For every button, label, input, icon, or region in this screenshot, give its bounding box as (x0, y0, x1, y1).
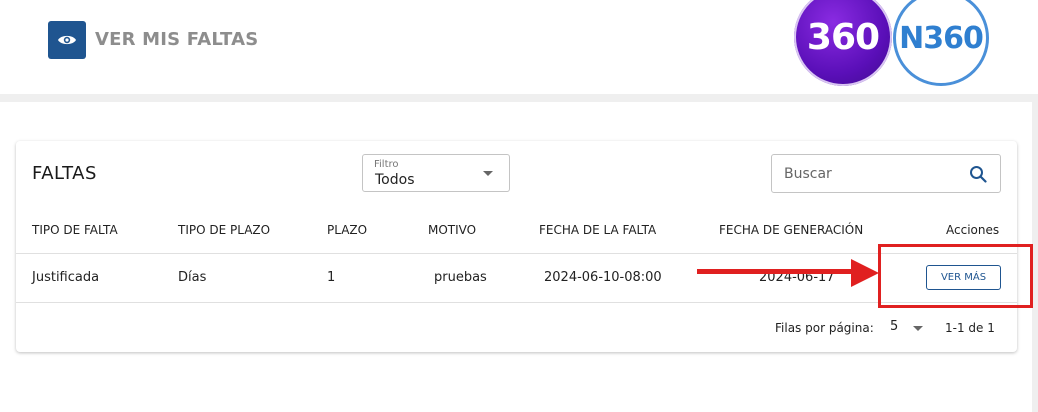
row-divider (16, 302, 1017, 303)
cell-tipo-falta: Justificada (32, 270, 100, 285)
page-title: VER MIS FALTAS (95, 29, 259, 50)
search-field (771, 154, 1001, 193)
col-header-fecha-generacion[interactable]: FECHA DE GENERACIÓN (719, 223, 863, 237)
logo-360: 360 (794, 0, 892, 86)
pagination-range: 1-1 de 1 (945, 321, 995, 335)
cell-fecha-falta: 2024-06-10-08:00 (544, 270, 662, 285)
faltas-card: FALTAS Filtro Todos TIPO DE FALTA TIPO D… (16, 141, 1017, 352)
col-header-acciones: Acciones (946, 223, 1000, 237)
rows-per-page-select[interactable]: 5 (890, 319, 898, 334)
cell-motivo: pruebas (434, 270, 487, 285)
col-header-fecha-falta[interactable]: FECHA DE LA FALTA (539, 223, 656, 237)
col-header-plazo[interactable]: PLAZO (327, 223, 367, 237)
cell-tipo-plazo: Días (178, 270, 207, 285)
rows-per-page-caret-icon[interactable] (913, 326, 923, 331)
annotation-arrow-head (851, 259, 879, 287)
header-divider (16, 253, 1017, 254)
search-input[interactable] (782, 163, 956, 185)
annotation-arrow-line (697, 269, 857, 274)
cell-plazo: 1 (327, 270, 336, 285)
dropdown-caret-icon (483, 171, 493, 176)
col-header-tipo-plazo[interactable]: TIPO DE PLAZO (178, 223, 270, 237)
search-icon[interactable] (966, 162, 990, 186)
annotation-highlight-box (878, 244, 1033, 308)
eye-icon (48, 21, 86, 59)
col-header-motivo[interactable]: MOTIVO (428, 223, 476, 237)
col-header-tipo-falta[interactable]: TIPO DE FALTA (32, 223, 118, 237)
logo-n360: N360 (893, 0, 989, 86)
card-title: FALTAS (32, 163, 97, 184)
rows-per-page-label: Filas por página: (775, 321, 874, 335)
filter-label: Filtro (374, 159, 399, 170)
logo-n360-text: N360 (899, 20, 984, 56)
top-bar: VER MIS FALTAS 360 N360 (0, 0, 1038, 94)
divider-band (0, 94, 1038, 102)
filter-value: Todos (375, 172, 415, 188)
filter-select[interactable]: Filtro Todos (362, 154, 510, 192)
logo-360-text: 360 (806, 16, 880, 58)
